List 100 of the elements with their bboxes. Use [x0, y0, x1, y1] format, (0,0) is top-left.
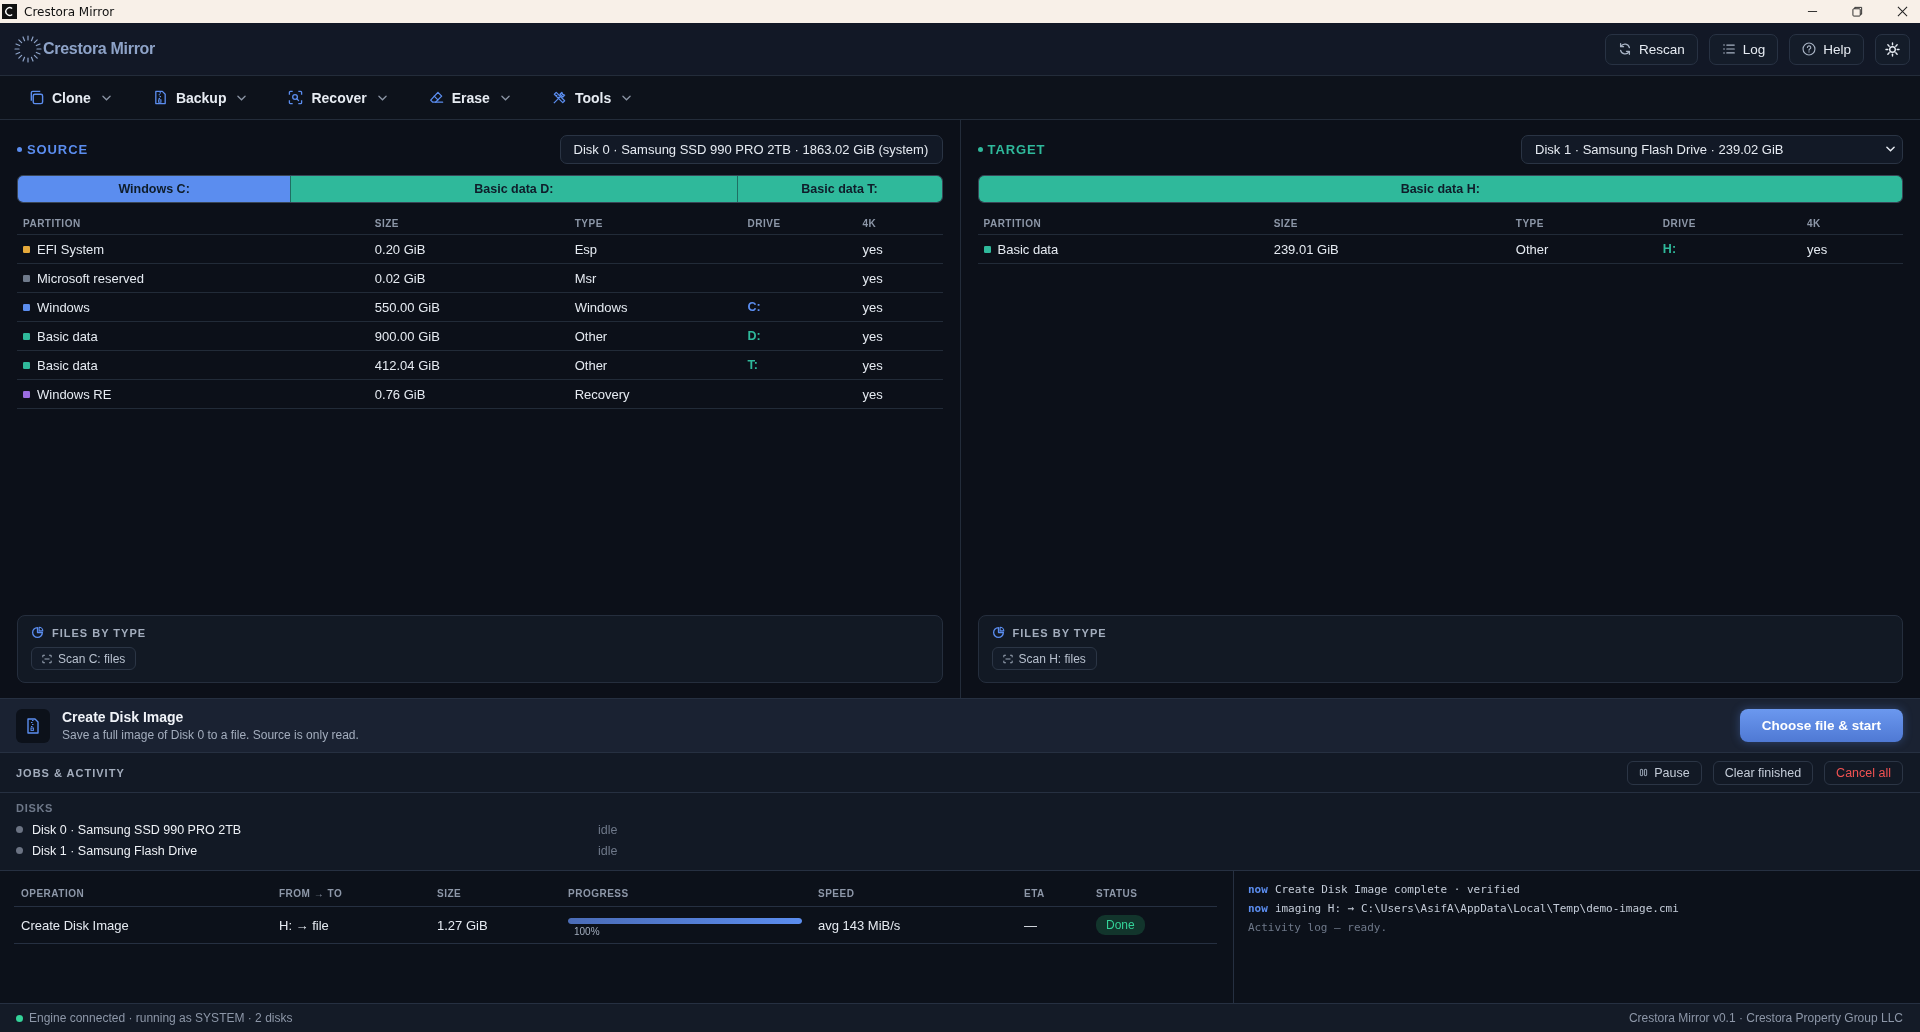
table-cell: yes — [862, 299, 883, 315]
column-header: PROGRESS — [567, 888, 630, 899]
table-cell: 0.20 GiB — [374, 241, 426, 257]
restore-icon[interactable] — [1852, 6, 1863, 17]
column-header: TYPE — [573, 217, 604, 229]
scan-icon — [1002, 653, 1013, 664]
header-button[interactable]: Rescan — [1604, 33, 1698, 65]
pause-icon — [1639, 768, 1649, 777]
clear-finished-button[interactable]: Clear finished — [1712, 760, 1814, 785]
disk-select[interactable]: Disk 1 · Samsung Flash Drive · 239.02 GiB — [1521, 134, 1903, 164]
panel-title: TARGET — [987, 141, 1046, 157]
chevron-down-icon — [500, 94, 510, 101]
pause-button[interactable]: Pause — [1627, 760, 1702, 785]
menu-button[interactable]: Recover — [276, 81, 399, 114]
column-header: 4K — [861, 217, 878, 229]
cancel-all-button[interactable]: Cancel all — [1824, 760, 1903, 785]
table-cell: Microsoft reserved — [37, 270, 144, 286]
chevron-down-icon — [101, 94, 111, 101]
table-cell: yes — [862, 328, 883, 344]
help-icon — [1802, 42, 1817, 56]
table-cell: Msr — [574, 270, 597, 286]
menu-button[interactable]: Clone — [17, 81, 123, 114]
table-cell: 550.00 GiB — [374, 299, 440, 315]
disk-status: idle — [598, 822, 618, 837]
table-cell: 239.01 GiB — [1273, 241, 1339, 257]
column-header: 4K — [1805, 217, 1822, 229]
table-cell: 900.00 GiB — [374, 328, 440, 344]
table-cell: Basic data — [37, 357, 98, 373]
card-title: FILES BY TYPE — [52, 626, 147, 639]
table-cell: Basic data — [997, 241, 1059, 257]
log-time: now — [1248, 902, 1268, 916]
section-title: JOBS & ACTIVITY — [16, 766, 125, 779]
table-cell: — — [1024, 917, 1037, 933]
table-cell: 412.04 GiB — [374, 357, 440, 373]
zip-file-icon — [16, 708, 50, 743]
column-header: STATUS — [1095, 888, 1139, 899]
eraser-icon — [428, 90, 444, 105]
status-badge: Done — [1096, 915, 1145, 935]
table-cell: EFI System — [37, 241, 105, 257]
copyright-text: Crestora Mirror v0.1 · Crestora Property Group LLC — [1628, 1011, 1903, 1025]
menu-button[interactable]: Backup — [140, 81, 259, 114]
theme-toggle-button[interactable] — [1875, 33, 1910, 65]
header-button[interactable]: Log — [1708, 33, 1779, 65]
list-icon — [1721, 42, 1736, 56]
log-entry: imaging H: → C:\Users\AsifA\AppData\Local\Temp\demo-image.cmi — [1274, 902, 1679, 916]
card-title: FILES BY TYPE — [1012, 626, 1107, 639]
partition-segment[interactable]: Windows C: — [18, 176, 291, 202]
chevron-down-icon — [377, 94, 387, 101]
window-title: Crestora Mirror — [24, 4, 115, 19]
table-cell: Other — [574, 357, 608, 373]
chevron-down-icon — [237, 94, 247, 101]
table-cell: Esp — [574, 241, 598, 257]
column-header: FROM → TO — [278, 888, 344, 899]
table-cell: Windows — [574, 299, 628, 315]
disk-name: Disk 0 · Samsung SSD 990 PRO 2TB — [32, 822, 242, 837]
tools-icon — [551, 90, 567, 105]
table-cell: Other — [574, 328, 608, 344]
menu-button[interactable]: Tools — [539, 81, 644, 114]
section-title: DISKS — [16, 802, 54, 814]
action-title: Create Disk Image — [62, 709, 185, 725]
log-time: now — [1248, 883, 1268, 897]
column-header: SIZE — [436, 888, 463, 899]
table-cell: Windows — [37, 299, 90, 315]
refresh-icon — [1617, 42, 1632, 56]
partition-segment[interactable]: Basic data T: — [736, 176, 942, 202]
drive-letter: D: — [747, 329, 761, 343]
disk-select[interactable]: Disk 0 · Samsung SSD 990 PRO 2TB · 1863.02 GiB (system) — [559, 134, 943, 164]
partition-segment[interactable]: Basic data D: — [290, 176, 737, 202]
chevron-down-icon — [1886, 146, 1895, 152]
app-icon — [2, 4, 17, 19]
column-header: TYPE — [1514, 217, 1545, 229]
chevron-down-icon — [622, 94, 632, 101]
panel-title: SOURCE — [27, 141, 89, 157]
log-entry: Activity log — ready. — [1248, 921, 1388, 935]
log-entry: Create Disk Image complete · verified — [1274, 883, 1520, 897]
disk-name: Disk 1 · Samsung Flash Drive — [32, 843, 198, 858]
sunburst-logo-icon — [14, 35, 42, 63]
menu-button[interactable]: Erase — [416, 81, 522, 114]
action-description: Save a full image of Disk 0 to a file. Source is only read. — [62, 728, 359, 742]
close-icon[interactable] — [1897, 6, 1908, 17]
partition-segment[interactable]: Basic data H: — [978, 176, 1902, 202]
scan-files-button[interactable]: Scan C: files — [31, 647, 137, 670]
progress-percent: 100% — [573, 925, 600, 937]
table-cell: 1.27 GiB — [437, 917, 488, 933]
drive-letter: C: — [747, 300, 761, 314]
table-cell: yes — [862, 270, 883, 286]
column-header: ETA — [1023, 888, 1046, 899]
table-cell: Recovery — [574, 386, 630, 402]
table-cell: avg 143 MiB/s — [818, 917, 901, 933]
scan-search-icon — [288, 90, 304, 105]
table-cell: yes — [862, 241, 883, 257]
status-text: Engine connected · running as SYSTEM · 2 disks — [29, 1011, 293, 1025]
pie-chart-icon — [31, 626, 44, 639]
drive-letter: T: — [747, 358, 758, 372]
column-header: OPERATION — [20, 888, 86, 899]
scan-files-button[interactable]: Scan H: files — [991, 647, 1097, 670]
column-header: SPEED — [817, 888, 856, 899]
header-button[interactable]: Help — [1789, 33, 1864, 65]
drive-letter: H: — [1662, 242, 1677, 256]
column-header: PARTITION — [22, 217, 82, 229]
